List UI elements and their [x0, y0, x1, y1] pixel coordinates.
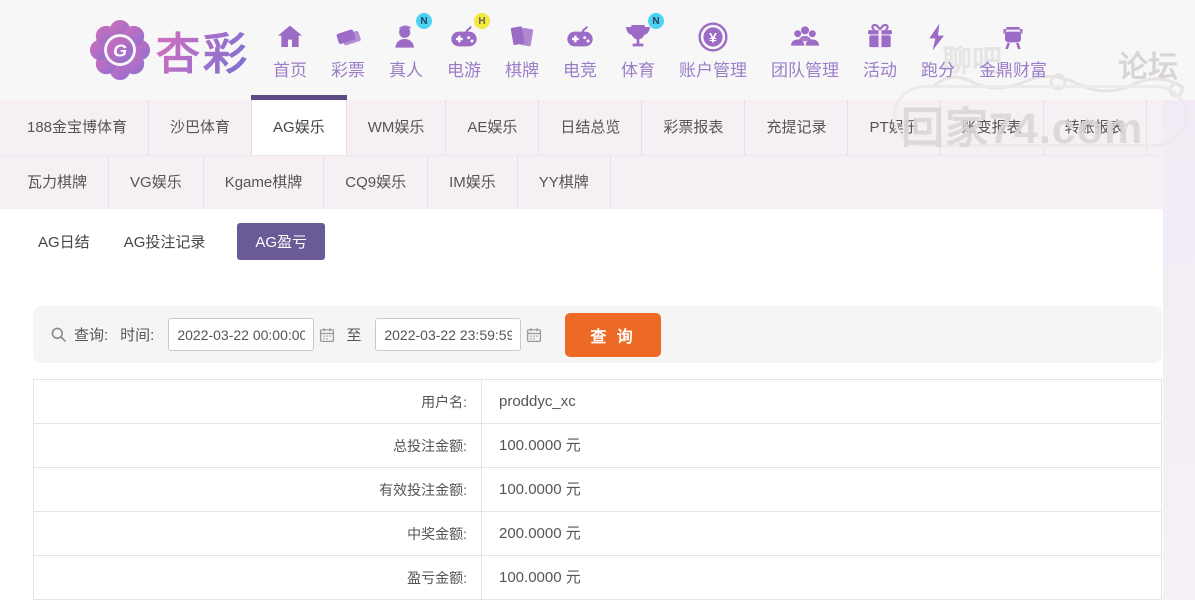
tab-ag-entertainment[interactable]: AG娱乐 — [251, 95, 347, 155]
sports-trophy-icon: N — [622, 13, 664, 53]
svg-text:G: G — [113, 41, 127, 61]
row-label: 总投注金额: — [393, 438, 467, 454]
row-value: proddyc_xc — [481, 380, 1161, 423]
between-label: 至 — [346, 327, 362, 344]
home-icon — [274, 19, 306, 53]
brand-flower-icon: G — [90, 20, 150, 80]
treasure-icon — [997, 19, 1029, 53]
query-button[interactable]: 查 询 — [565, 312, 661, 357]
tab-yy-cards[interactable]: YY棋牌 — [518, 156, 611, 209]
row-value: 100.0000 元 — [481, 556, 1161, 599]
ag-subtabs: AG日结 AG投注记录 AG盈亏 — [0, 209, 1195, 260]
activity-gift-icon — [864, 19, 896, 53]
tab-im-entertainment[interactable]: IM娱乐 — [428, 156, 518, 209]
table-row: 有效投注金额: 100.0000 元 — [34, 468, 1161, 512]
row-label: 盈亏金额: — [407, 570, 467, 586]
nav-item-home[interactable]: 首页 — [264, 19, 316, 81]
table-row: 盈亏金额: 100.0000 元 — [34, 556, 1161, 600]
row-label: 有效投注金额: — [379, 482, 467, 498]
new-badge: N — [648, 13, 664, 29]
table-row: 中奖金额: 200.0000 元 — [34, 512, 1161, 556]
esports-gamepad-icon — [564, 19, 596, 53]
nav-item-team[interactable]: 团队管理 — [762, 19, 848, 81]
row-value: 200.0000 元 — [481, 512, 1161, 555]
tab-rebate-total[interactable]: 返点总额 — [1147, 100, 1195, 155]
nav-item-paofen[interactable]: 跑分 — [912, 19, 964, 81]
subtab-ag-bet-records[interactable]: AG投注记录 — [122, 223, 208, 260]
subtab-ag-profit-loss[interactable]: AG盈亏 — [237, 223, 326, 260]
tab-transfer-report[interactable]: 转账报表 — [1044, 100, 1147, 155]
tab-row-1: 188金宝博体育 沙巴体育 AG娱乐 WM娱乐 AE娱乐 日结总览 彩票报表 充… — [0, 95, 1195, 155]
nav-item-lottery[interactable]: 彩票 — [322, 19, 374, 81]
calendar-to-button[interactable] — [521, 326, 547, 344]
row-label: 中奖金额: — [407, 526, 467, 542]
tab-deposit-records[interactable]: 充提记录 — [745, 100, 849, 155]
subtab-ag-daily[interactable]: AG日结 — [36, 223, 92, 260]
profit-loss-report-table: 用户名: proddyc_xc 总投注金额: 100.0000 元 有效投注金额… — [33, 379, 1162, 600]
calendar-icon — [318, 326, 336, 344]
main-content: AG日结 AG投注记录 AG盈亏 查询: 时间: 至 查 询 用户名: prod… — [0, 209, 1195, 600]
tab-cq9-entertainment[interactable]: CQ9娱乐 — [324, 156, 429, 209]
tab-pt-entertainment[interactable]: PT娱乐 — [848, 100, 941, 155]
nav-item-sports[interactable]: N 体育 — [612, 13, 664, 81]
new-badge: N — [416, 13, 432, 29]
header: G 杏彩 首页 彩票 N 真人 H 电游 棋牌 电竞 N 体育 ¥ 账户管理 团… — [0, 0, 1195, 100]
tab-vg-entertainment[interactable]: VG娱乐 — [109, 156, 204, 209]
time-label: 时间: — [120, 327, 155, 344]
row-label: 用户名: — [421, 394, 467, 410]
row-value: 100.0000 元 — [481, 424, 1161, 467]
nav-item-egames[interactable]: H 电游 — [438, 13, 490, 81]
tab-shaba-sports[interactable]: 沙巴体育 — [149, 100, 253, 155]
slots-gamepad-icon: H — [448, 13, 490, 53]
query-label: 查询: — [74, 327, 109, 344]
tab-balance-change-report[interactable]: 账变报表 — [941, 100, 1044, 155]
tab-ae-entertainment[interactable]: AE娱乐 — [446, 100, 540, 155]
nav-item-live[interactable]: N 真人 — [380, 13, 432, 81]
table-row: 总投注金额: 100.0000 元 — [34, 424, 1161, 468]
brand-logo[interactable]: G 杏彩 — [90, 18, 264, 82]
nav-item-account[interactable]: ¥ 账户管理 — [670, 19, 756, 81]
nav-item-treasure[interactable]: 金鼎财富 — [970, 19, 1056, 81]
date-from-input[interactable] — [168, 318, 315, 351]
nav-item-esports[interactable]: 电竞 — [554, 19, 606, 81]
tab-188-sports[interactable]: 188金宝博体育 — [6, 100, 150, 155]
nav-item-activity[interactable]: 活动 — [854, 19, 906, 81]
main-nav: 首页 彩票 N 真人 H 电游 棋牌 电竞 N 体育 ¥ 账户管理 团队管理 活… — [264, 13, 1056, 81]
tab-kgame-cards[interactable]: Kgame棋牌 — [204, 156, 325, 209]
report-tabbar: 188金宝博体育 沙巴体育 AG娱乐 WM娱乐 AE娱乐 日结总览 彩票报表 充… — [0, 95, 1195, 209]
hot-badge: H — [474, 13, 490, 29]
lottery-ticket-icon — [332, 19, 364, 53]
cards-icon — [506, 19, 538, 53]
tab-lottery-report[interactable]: 彩票报表 — [642, 100, 746, 155]
live-person-icon: N — [390, 13, 432, 53]
tab-daily-summary[interactable]: 日结总览 — [539, 100, 643, 155]
tab-wali-cards[interactable]: 瓦力棋牌 — [6, 156, 110, 209]
tab-row-2: 瓦力棋牌 VG娱乐 Kgame棋牌 CQ9娱乐 IM娱乐 YY棋牌 — [0, 155, 1195, 209]
date-to-input[interactable] — [375, 318, 522, 351]
row-value: 100.0000 元 — [481, 468, 1161, 511]
account-coin-icon: ¥ — [697, 19, 729, 53]
team-icon — [789, 19, 821, 53]
search-bar: 查询: 时间: 至 查 询 — [33, 306, 1162, 363]
table-row: 用户名: proddyc_xc — [34, 380, 1161, 424]
paofen-icon — [922, 19, 954, 53]
calendar-icon — [525, 326, 543, 344]
search-icon — [49, 325, 68, 344]
calendar-from-button[interactable] — [314, 326, 340, 344]
nav-item-cards[interactable]: 棋牌 — [496, 19, 548, 81]
svg-text:¥: ¥ — [709, 29, 717, 45]
tab-wm-entertainment[interactable]: WM娱乐 — [347, 100, 447, 155]
brand-name: 杏彩 — [156, 18, 250, 82]
